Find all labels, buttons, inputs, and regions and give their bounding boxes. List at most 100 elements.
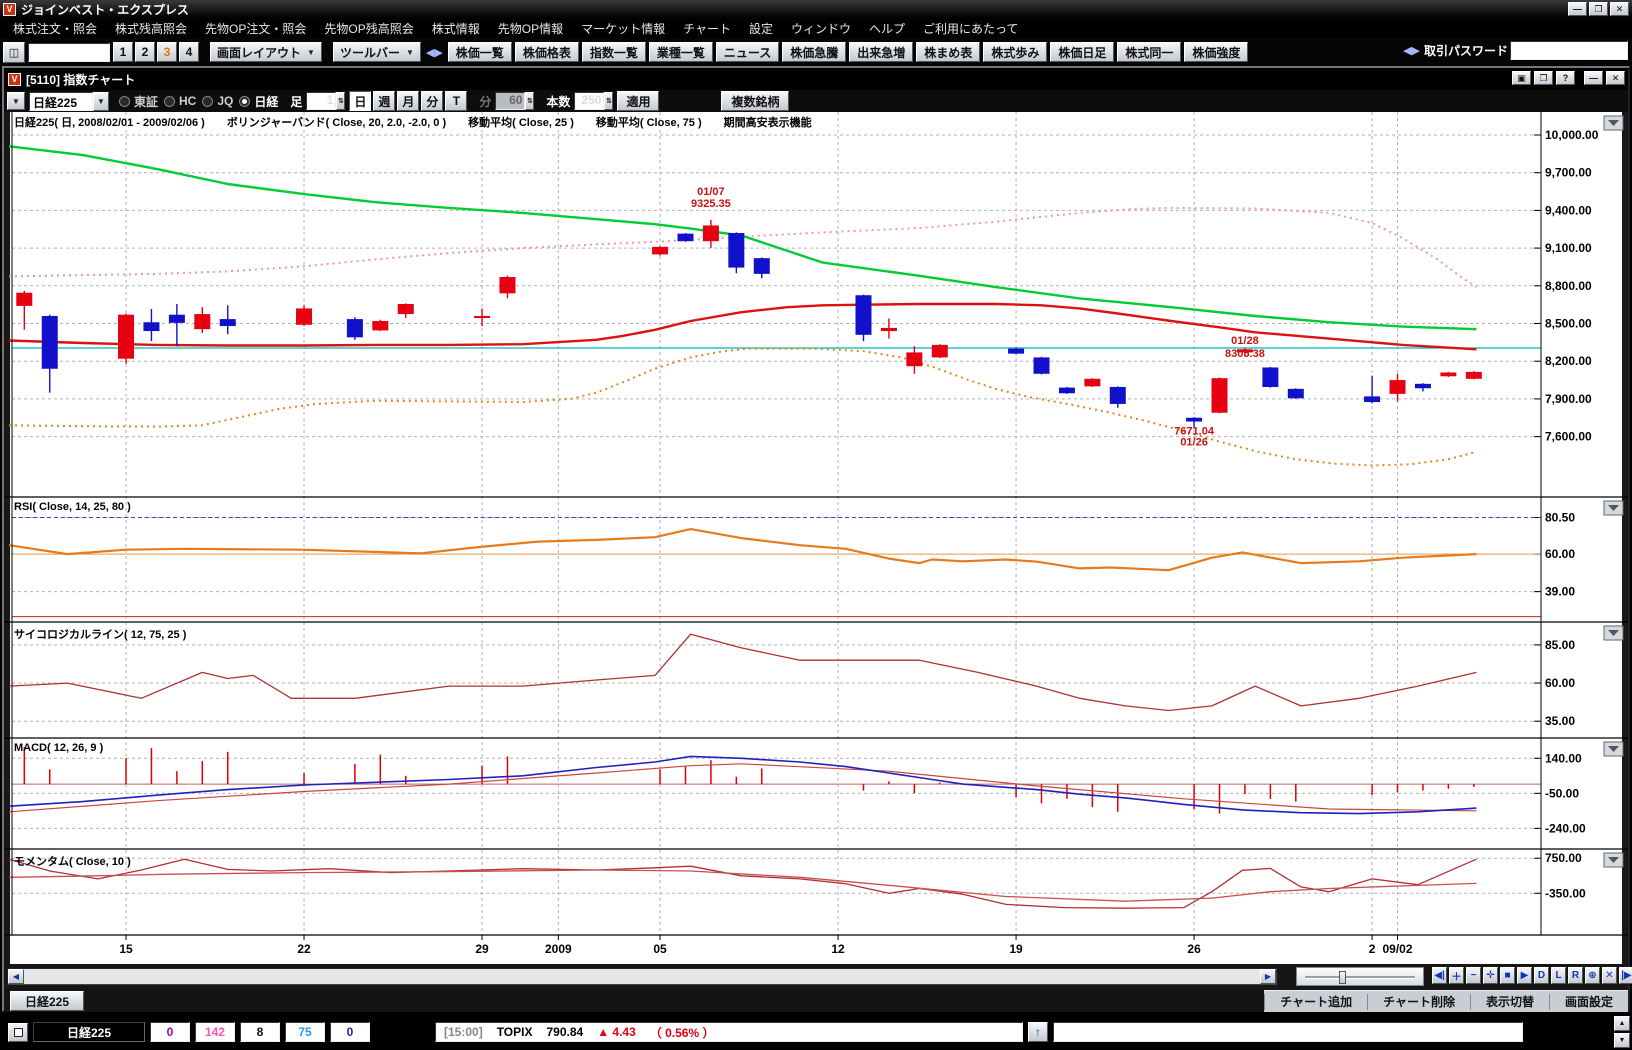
menu-item[interactable]: 設定 — [740, 18, 782, 39]
quick-button[interactable]: ニュース — [716, 42, 779, 62]
chart-tool-button[interactable]: |▶ — [1619, 967, 1632, 984]
panel-dropdown-icon[interactable] — [1604, 853, 1623, 867]
chart-tool-button[interactable]: ◀| — [1432, 967, 1447, 984]
layout-grid-icon[interactable]: ◫ — [3, 42, 25, 63]
preset-button[interactable]: 1 — [113, 42, 133, 62]
chart-action-button[interactable]: チャート追加 — [1264, 994, 1367, 1010]
period-button[interactable]: 日 — [349, 91, 371, 111]
status-toggle-button[interactable] — [8, 1023, 28, 1042]
multi-symbol-button[interactable]: 複数銘柄 — [721, 91, 789, 111]
period-button[interactable]: T — [445, 91, 467, 111]
panel-dropdown-icon[interactable] — [1604, 626, 1623, 640]
market-radio[interactable]: JQ — [202, 93, 233, 110]
close-icon[interactable]: ✕ — [1610, 2, 1629, 16]
panel-dropdown-icon[interactable] — [1604, 742, 1623, 756]
chevron-down-icon[interactable]: ▼ — [93, 92, 109, 111]
panel-dropdown-icon[interactable] — [1604, 501, 1623, 515]
ashi-stepper[interactable]: 1 ⇅ — [306, 92, 345, 110]
radio-icon — [239, 96, 250, 107]
scroll-right-icon[interactable]: ▶ — [1260, 969, 1276, 984]
apply-button[interactable]: 適用 — [617, 91, 659, 111]
collapse-icon[interactable]: ◀▶ — [1401, 44, 1422, 57]
chart-tool-button[interactable]: L — [1551, 967, 1566, 984]
chart-tool-button[interactable]: ＋ — [1449, 967, 1464, 984]
preset-button[interactable]: 3 — [157, 42, 177, 62]
period-button[interactable]: 分 — [421, 91, 443, 111]
chart-tool-button[interactable]: ■ — [1500, 967, 1515, 984]
quick-button[interactable]: 株価急騰 — [782, 42, 846, 62]
help-icon[interactable]: ? — [1556, 71, 1575, 85]
spinner-icon[interactable]: ⇅ — [604, 92, 613, 110]
bars-stepper[interactable]: 250 ⇅ — [574, 92, 613, 110]
minute-value: 60 — [495, 92, 525, 110]
radio-icon — [119, 96, 130, 107]
market-radio[interactable]: 日経 — [239, 93, 278, 110]
tab-nikkei225[interactable]: 日経225 — [10, 991, 84, 1011]
zoom-slider[interactable] — [1296, 967, 1424, 986]
menu-item[interactable]: 先物OP残高照会 — [315, 18, 422, 39]
chart-action-button[interactable]: チャート削除 — [1367, 994, 1470, 1010]
chart-tool-button[interactable]: ✛ — [1483, 967, 1498, 984]
minimize-icon[interactable]: — — [1568, 2, 1587, 16]
toolbar-dropdown[interactable]: ツールバー▼ — [333, 42, 421, 62]
menu-item[interactable]: チャート — [674, 18, 740, 39]
screen-layout-dropdown[interactable]: 画面レイアウト▼ — [210, 42, 322, 62]
scroll-down-icon[interactable]: ▼ — [1614, 1033, 1630, 1048]
menu-item[interactable]: 株式残高照会 — [106, 18, 196, 39]
popout-icon[interactable]: ▣ — [1512, 71, 1531, 85]
quick-button[interactable]: 出来急増 — [849, 42, 913, 62]
legend-item: 日経225( 日, 2008/02/01 - 2009/02/06 ) — [14, 114, 205, 130]
preset-button[interactable]: 2 — [135, 42, 155, 62]
scroll-up-icon[interactable]: ▲ — [1614, 1016, 1630, 1031]
period-button[interactable]: 週 — [373, 91, 395, 111]
chart-action-button[interactable]: 表示切替 — [1470, 994, 1549, 1010]
quick-button[interactable]: 株価日足 — [1050, 42, 1114, 62]
chart-tool-button[interactable]: R — [1568, 967, 1583, 984]
quick-button[interactable]: 株式歩み — [983, 42, 1047, 62]
panel-dropdown-icon[interactable] — [1604, 116, 1623, 130]
quick-button[interactable]: 株価格表 — [515, 42, 579, 62]
quick-button[interactable]: 業種一覧 — [649, 42, 713, 62]
chart-tool-button[interactable]: ⊕ — [1585, 967, 1600, 984]
chart-action-button[interactable]: 画面設定 — [1549, 994, 1628, 1010]
chart-tool-button[interactable]: − — [1466, 967, 1481, 984]
quick-button[interactable]: 株まめ表 — [916, 42, 980, 62]
menu-item[interactable]: 株式情報 — [423, 18, 489, 39]
menu-item[interactable]: ヘルプ — [860, 18, 914, 39]
status-cell: 142 — [195, 1022, 235, 1042]
menu-item[interactable]: 株式注文・照会 — [4, 18, 106, 39]
preset-button[interactable]: 4 — [179, 42, 199, 62]
menu-item[interactable]: マーケット情報 — [572, 18, 674, 39]
period-button[interactable]: 月 — [397, 91, 419, 111]
duplicate-icon[interactable]: ❐ — [1534, 71, 1553, 85]
app-title: ジョインベスト・エクスプレス — [21, 1, 189, 18]
horizontal-scrollbar[interactable]: ◀ ▶ — [7, 968, 1277, 985]
symbol-code-input[interactable] — [28, 43, 110, 62]
expand-up-icon[interactable]: ↑ — [1028, 1022, 1048, 1042]
svg-text:35.00: 35.00 — [1545, 714, 1575, 728]
quick-button[interactable]: 指数一覧 — [582, 42, 646, 62]
minimize-icon[interactable]: — — [1584, 71, 1603, 85]
menu-item[interactable]: 先物OP注文・照会 — [196, 18, 315, 39]
menu-item[interactable]: ご利用にあたって — [914, 18, 1027, 39]
quick-button[interactable]: 株価一覧 — [448, 42, 512, 62]
menu-item[interactable]: ウィンドウ — [782, 18, 860, 39]
chart-type-dropdown[interactable]: ▼ — [7, 92, 25, 110]
chart-tool-button[interactable]: ▶ — [1517, 967, 1532, 984]
svg-text:140.00: 140.00 — [1545, 751, 1582, 765]
chart-tool-button[interactable]: D — [1534, 967, 1549, 984]
menu-item[interactable]: 先物OP情報 — [489, 18, 572, 39]
trade-password-input[interactable] — [1510, 41, 1628, 60]
market-radio[interactable]: 東証 — [119, 93, 158, 110]
close-icon[interactable]: ✕ — [1606, 71, 1625, 85]
quick-button[interactable]: 株価強度 — [1184, 42, 1248, 62]
spinner-icon[interactable]: ⇅ — [336, 92, 345, 110]
scroll-left-icon[interactable]: ◀ — [8, 969, 24, 984]
restore-icon[interactable]: ❐ — [1589, 2, 1608, 16]
quick-button[interactable]: 株式同一 — [1117, 42, 1181, 62]
symbol-combo[interactable]: 日経225 ▼ — [29, 92, 109, 111]
chart-tool-button[interactable]: ✕ — [1602, 967, 1617, 984]
slider-thumb[interactable] — [1339, 971, 1346, 984]
collapse-icon[interactable]: ◀▶ — [424, 46, 445, 59]
market-radio[interactable]: HC — [164, 93, 196, 110]
